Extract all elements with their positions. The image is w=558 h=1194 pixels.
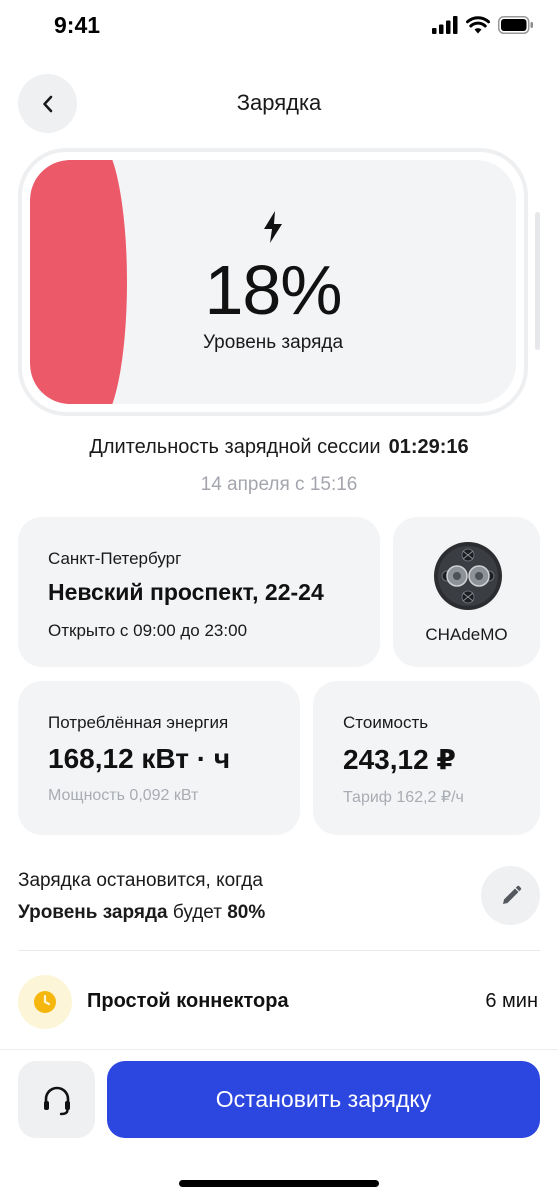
tariff-value: Тариф 162,2 ₽/ч	[343, 789, 464, 806]
station-hours: Открыто с 09:00 до 23:00	[48, 621, 248, 640]
edit-stop-condition-button[interactable]	[481, 866, 540, 925]
session-duration-value: 01:29:16	[388, 436, 469, 458]
energy-card: Потреблённая энергия 168,12 кВт · ч Мощн…	[18, 681, 300, 835]
cost-value: 243,12 ₽	[343, 744, 456, 775]
headset-icon	[43, 1086, 70, 1115]
power-value: Мощность 0,092 кВт	[48, 787, 199, 804]
support-button[interactable]	[18, 1061, 95, 1138]
signal-icon	[432, 16, 458, 34]
session-duration-label: Длительность зарядной сессии	[89, 436, 381, 458]
wifi-icon	[466, 16, 490, 34]
battery-gauge: 18% Уровень заряда	[18, 148, 528, 416]
connector-card[interactable]: CHAdeMO	[393, 517, 540, 667]
station-card[interactable]: Санкт-Петербург Невский проспект, 22-24 …	[18, 517, 380, 667]
cost-label: Стоимость	[343, 713, 429, 732]
stop-condition-param: Уровень заряда	[18, 902, 168, 923]
energy-label: Потреблённая энергия	[48, 713, 229, 732]
stop-condition-value: 80%	[227, 902, 266, 923]
divider	[18, 950, 540, 951]
idle-value: 6 мин	[485, 990, 538, 1012]
stop-charging-button[interactable]: Остановить зарядку	[107, 1061, 540, 1138]
stop-condition-title: Зарядка остановится, когда	[18, 870, 263, 891]
session-start-date: 14 апреля с 15:16	[200, 474, 358, 495]
page-title: Зарядка	[236, 90, 322, 115]
station-address: Невский проспект, 22-24	[48, 579, 324, 605]
connector-name: CHAdeMO	[425, 625, 508, 644]
lightning-bolt-icon	[264, 211, 282, 243]
scrollbar[interactable]	[535, 212, 540, 350]
stop-condition-detail: Уровень заряда будет 80%	[18, 902, 265, 924]
charge-label: Уровень заряда	[202, 332, 344, 353]
clock-icon	[34, 991, 56, 1013]
pencil-icon	[502, 885, 521, 904]
stop-condition-verb: будет	[172, 902, 222, 923]
station-city: Санкт-Петербург	[48, 549, 182, 568]
battery-status-icon	[498, 16, 533, 34]
status-icons	[432, 16, 534, 34]
idle-icon-badge	[18, 975, 72, 1029]
home-indicator	[179, 1180, 379, 1187]
status-bar: 9:41	[0, 0, 558, 54]
status-time: 9:41	[54, 12, 101, 38]
chademo-connector-icon	[434, 542, 502, 610]
idle-label: Простой коннектора	[87, 990, 289, 1012]
charge-percent: 18%	[204, 251, 342, 329]
battery-inner: 18% Уровень заряда	[30, 160, 516, 404]
cost-card: Стоимость 243,12 ₽ Тариф 162,2 ₽/ч	[313, 681, 540, 835]
bottom-bar-divider	[0, 1049, 558, 1050]
session-duration: Длительность зарядной сессии 01:29:16	[0, 436, 558, 459]
energy-value: 168,12 кВт · ч	[48, 743, 231, 774]
